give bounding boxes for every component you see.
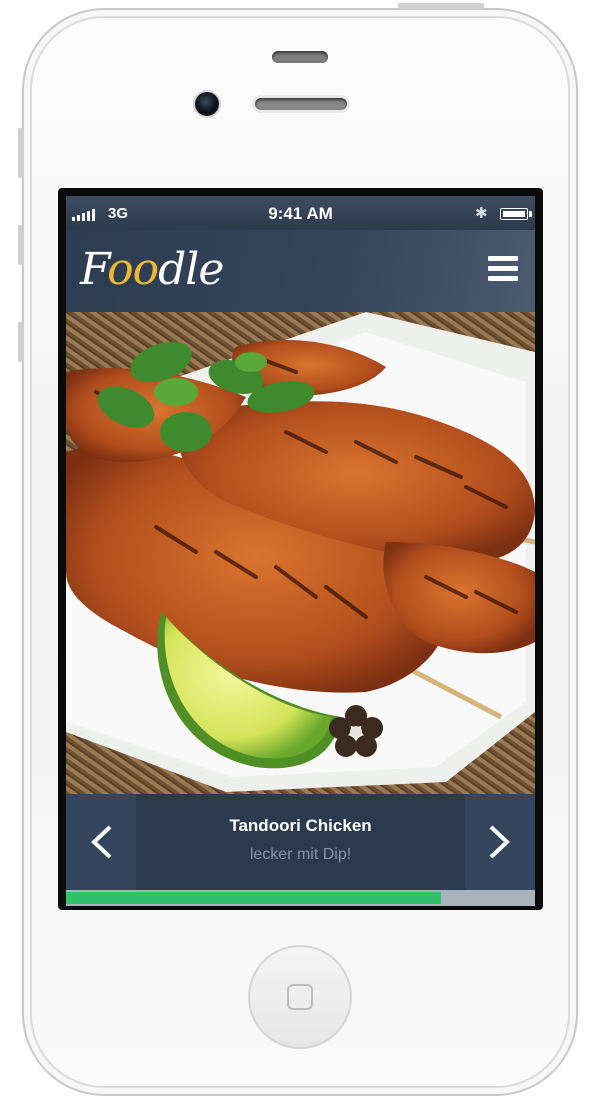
next-button[interactable] [465, 794, 535, 890]
volume-up-button [18, 225, 24, 265]
slide-subtitle: lecker mit Dip! [249, 846, 352, 863]
slide-caption: Tandoori Chicken lecker mit Dip! [66, 794, 535, 890]
app-header: Foodle [66, 230, 535, 312]
chevron-left-icon [91, 825, 112, 859]
power-button [398, 3, 484, 9]
mute-switch [18, 128, 24, 178]
status-time: 9:41 AM [268, 204, 333, 223]
volume-down-button [18, 322, 24, 362]
chevron-right-icon [489, 825, 510, 859]
bluetooth-icon: ✱ [475, 205, 488, 222]
food-photo [66, 312, 535, 794]
top-speaker [272, 51, 328, 63]
home-button[interactable] [248, 945, 352, 1049]
screen: 3G 9:41 AM ✱ Foodle Tandoori Chicken lec… [66, 196, 535, 906]
battery-icon [500, 208, 528, 220]
progress-fill [66, 892, 442, 904]
slide-title: Tandoori Chicken [229, 816, 372, 835]
slideshow-progress-bar [66, 890, 535, 906]
app-logo[interactable]: Foodle [80, 244, 224, 295]
front-camera [195, 92, 219, 116]
battery-tip [529, 211, 532, 217]
home-square-icon [287, 984, 313, 1010]
hamburger-menu-icon[interactable] [488, 256, 518, 282]
earpiece [255, 98, 347, 110]
status-bar: 3G 9:41 AM ✱ [66, 196, 535, 230]
previous-button[interactable] [66, 794, 136, 890]
